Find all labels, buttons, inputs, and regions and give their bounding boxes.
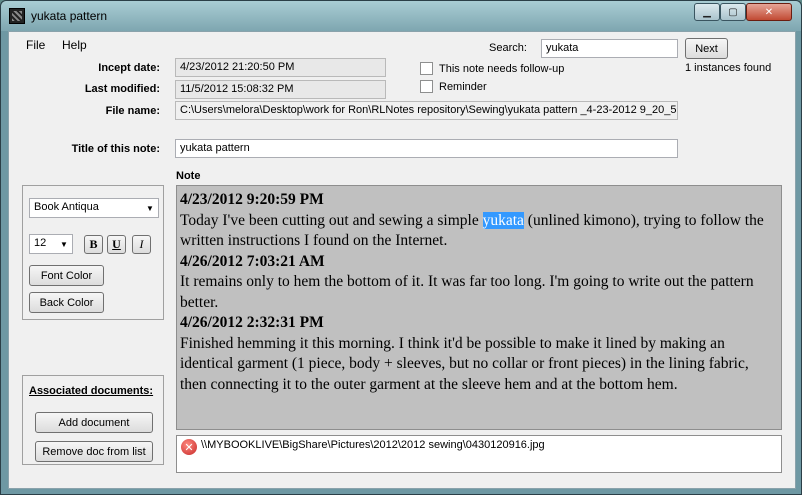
maximize-button[interactable]: ▢ bbox=[720, 3, 746, 21]
close-icon: ✕ bbox=[764, 6, 774, 18]
incept-date-field: 4/23/2012 21:20:50 PM bbox=[175, 58, 386, 77]
italic-button[interactable]: I bbox=[132, 235, 151, 254]
note-label: Note bbox=[176, 170, 201, 182]
font-size-value: 12 bbox=[34, 237, 47, 249]
followup-checkbox[interactable]: This note needs follow-up bbox=[420, 62, 564, 75]
search-label: Search: bbox=[489, 42, 527, 54]
document-list-item[interactable]: \\MYBOOKLIVE\BigShare\Pictures\2012\2012… bbox=[201, 439, 545, 451]
note-entry-timestamp: 4/23/2012 9:20:59 PM bbox=[180, 191, 324, 208]
reminder-checkbox-label: Reminder bbox=[439, 80, 487, 93]
minimize-icon: ▁ bbox=[703, 6, 711, 18]
note-entry-text: It remains only to hem the bottom of it.… bbox=[180, 273, 754, 311]
incept-date-label: Incept date: bbox=[98, 62, 160, 74]
chevron-down-icon: ▼ bbox=[60, 239, 68, 249]
next-button[interactable]: Next bbox=[685, 38, 728, 59]
title-bar[interactable]: yukata pattern ▁ ▢ ✕ bbox=[1, 1, 801, 31]
add-document-button[interactable]: Add document bbox=[35, 412, 153, 433]
menu-file[interactable]: File bbox=[26, 38, 45, 52]
app-icon bbox=[9, 8, 25, 24]
note-entry-text: Finished hemming it this morning. I thin… bbox=[180, 334, 749, 393]
note-entry-timestamp: 4/26/2012 7:03:21 AM bbox=[180, 252, 325, 270]
note-entry-text: Today I've been cutting out and sewing a… bbox=[180, 211, 778, 252]
main-panel: File Help Search: yukata Next 1 instance… bbox=[8, 31, 796, 489]
last-modified-field: 11/5/2012 15:08:32 PM bbox=[175, 80, 386, 99]
reminder-checkbox-box[interactable] bbox=[420, 80, 433, 93]
format-panel: Book Antiqua ▼ 12 ▼ B U I Font Color Bac… bbox=[22, 185, 164, 320]
search-result: 1 instances found bbox=[685, 62, 772, 74]
menu-help[interactable]: Help bbox=[62, 38, 87, 52]
last-modified-label: Last modified: bbox=[84, 83, 160, 95]
minimize-button[interactable]: ▁ bbox=[694, 3, 720, 21]
followup-checkbox-box[interactable] bbox=[420, 62, 433, 75]
chevron-down-icon: ▼ bbox=[146, 203, 154, 213]
note-title-label: Title of this note: bbox=[71, 143, 160, 155]
search-input[interactable]: yukata bbox=[541, 39, 678, 58]
file-name-label: File name: bbox=[105, 105, 160, 117]
window-title: yukata pattern bbox=[31, 9, 108, 23]
remove-doc-button[interactable]: Remove doc from list bbox=[35, 441, 153, 462]
followup-checkbox-label: This note needs follow-up bbox=[439, 62, 565, 75]
bold-button[interactable]: B bbox=[84, 235, 103, 254]
associated-docs-header: Associated documents: bbox=[29, 385, 154, 397]
search-highlight: yukata bbox=[482, 211, 524, 229]
file-name-field: C:\Users\melora\Desktop\work for Ron\RLN… bbox=[175, 101, 678, 120]
back-color-button[interactable]: Back Color bbox=[29, 292, 104, 313]
associated-docs-panel: Associated documents: Add document Remov… bbox=[22, 375, 164, 465]
reminder-checkbox[interactable]: Reminder bbox=[420, 80, 487, 93]
maximize-icon: ▢ bbox=[728, 6, 738, 18]
document-list: ✕ \\MYBOOKLIVE\BigShare\Pictures\2012\20… bbox=[176, 435, 782, 473]
close-button[interactable]: ✕ bbox=[746, 3, 792, 21]
note-text-area[interactable]: 4/23/2012 9:20:59 PM Today I've been cut… bbox=[176, 185, 782, 430]
app-window: yukata pattern ▁ ▢ ✕ File Help Search: y… bbox=[0, 0, 802, 495]
font-select[interactable]: Book Antiqua ▼ bbox=[29, 198, 159, 218]
font-select-value: Book Antiqua bbox=[34, 201, 99, 213]
underline-button[interactable]: U bbox=[107, 235, 126, 254]
error-icon: ✕ bbox=[181, 439, 197, 455]
note-entry-timestamp: 4/26/2012 2:32:31 PM bbox=[180, 314, 324, 331]
note-text-segment: Today I've been cutting out and sewing a… bbox=[180, 211, 483, 229]
font-color-button[interactable]: Font Color bbox=[29, 265, 104, 286]
note-title-input[interactable]: yukata pattern bbox=[175, 139, 678, 158]
font-size-select[interactable]: 12 ▼ bbox=[29, 234, 73, 254]
